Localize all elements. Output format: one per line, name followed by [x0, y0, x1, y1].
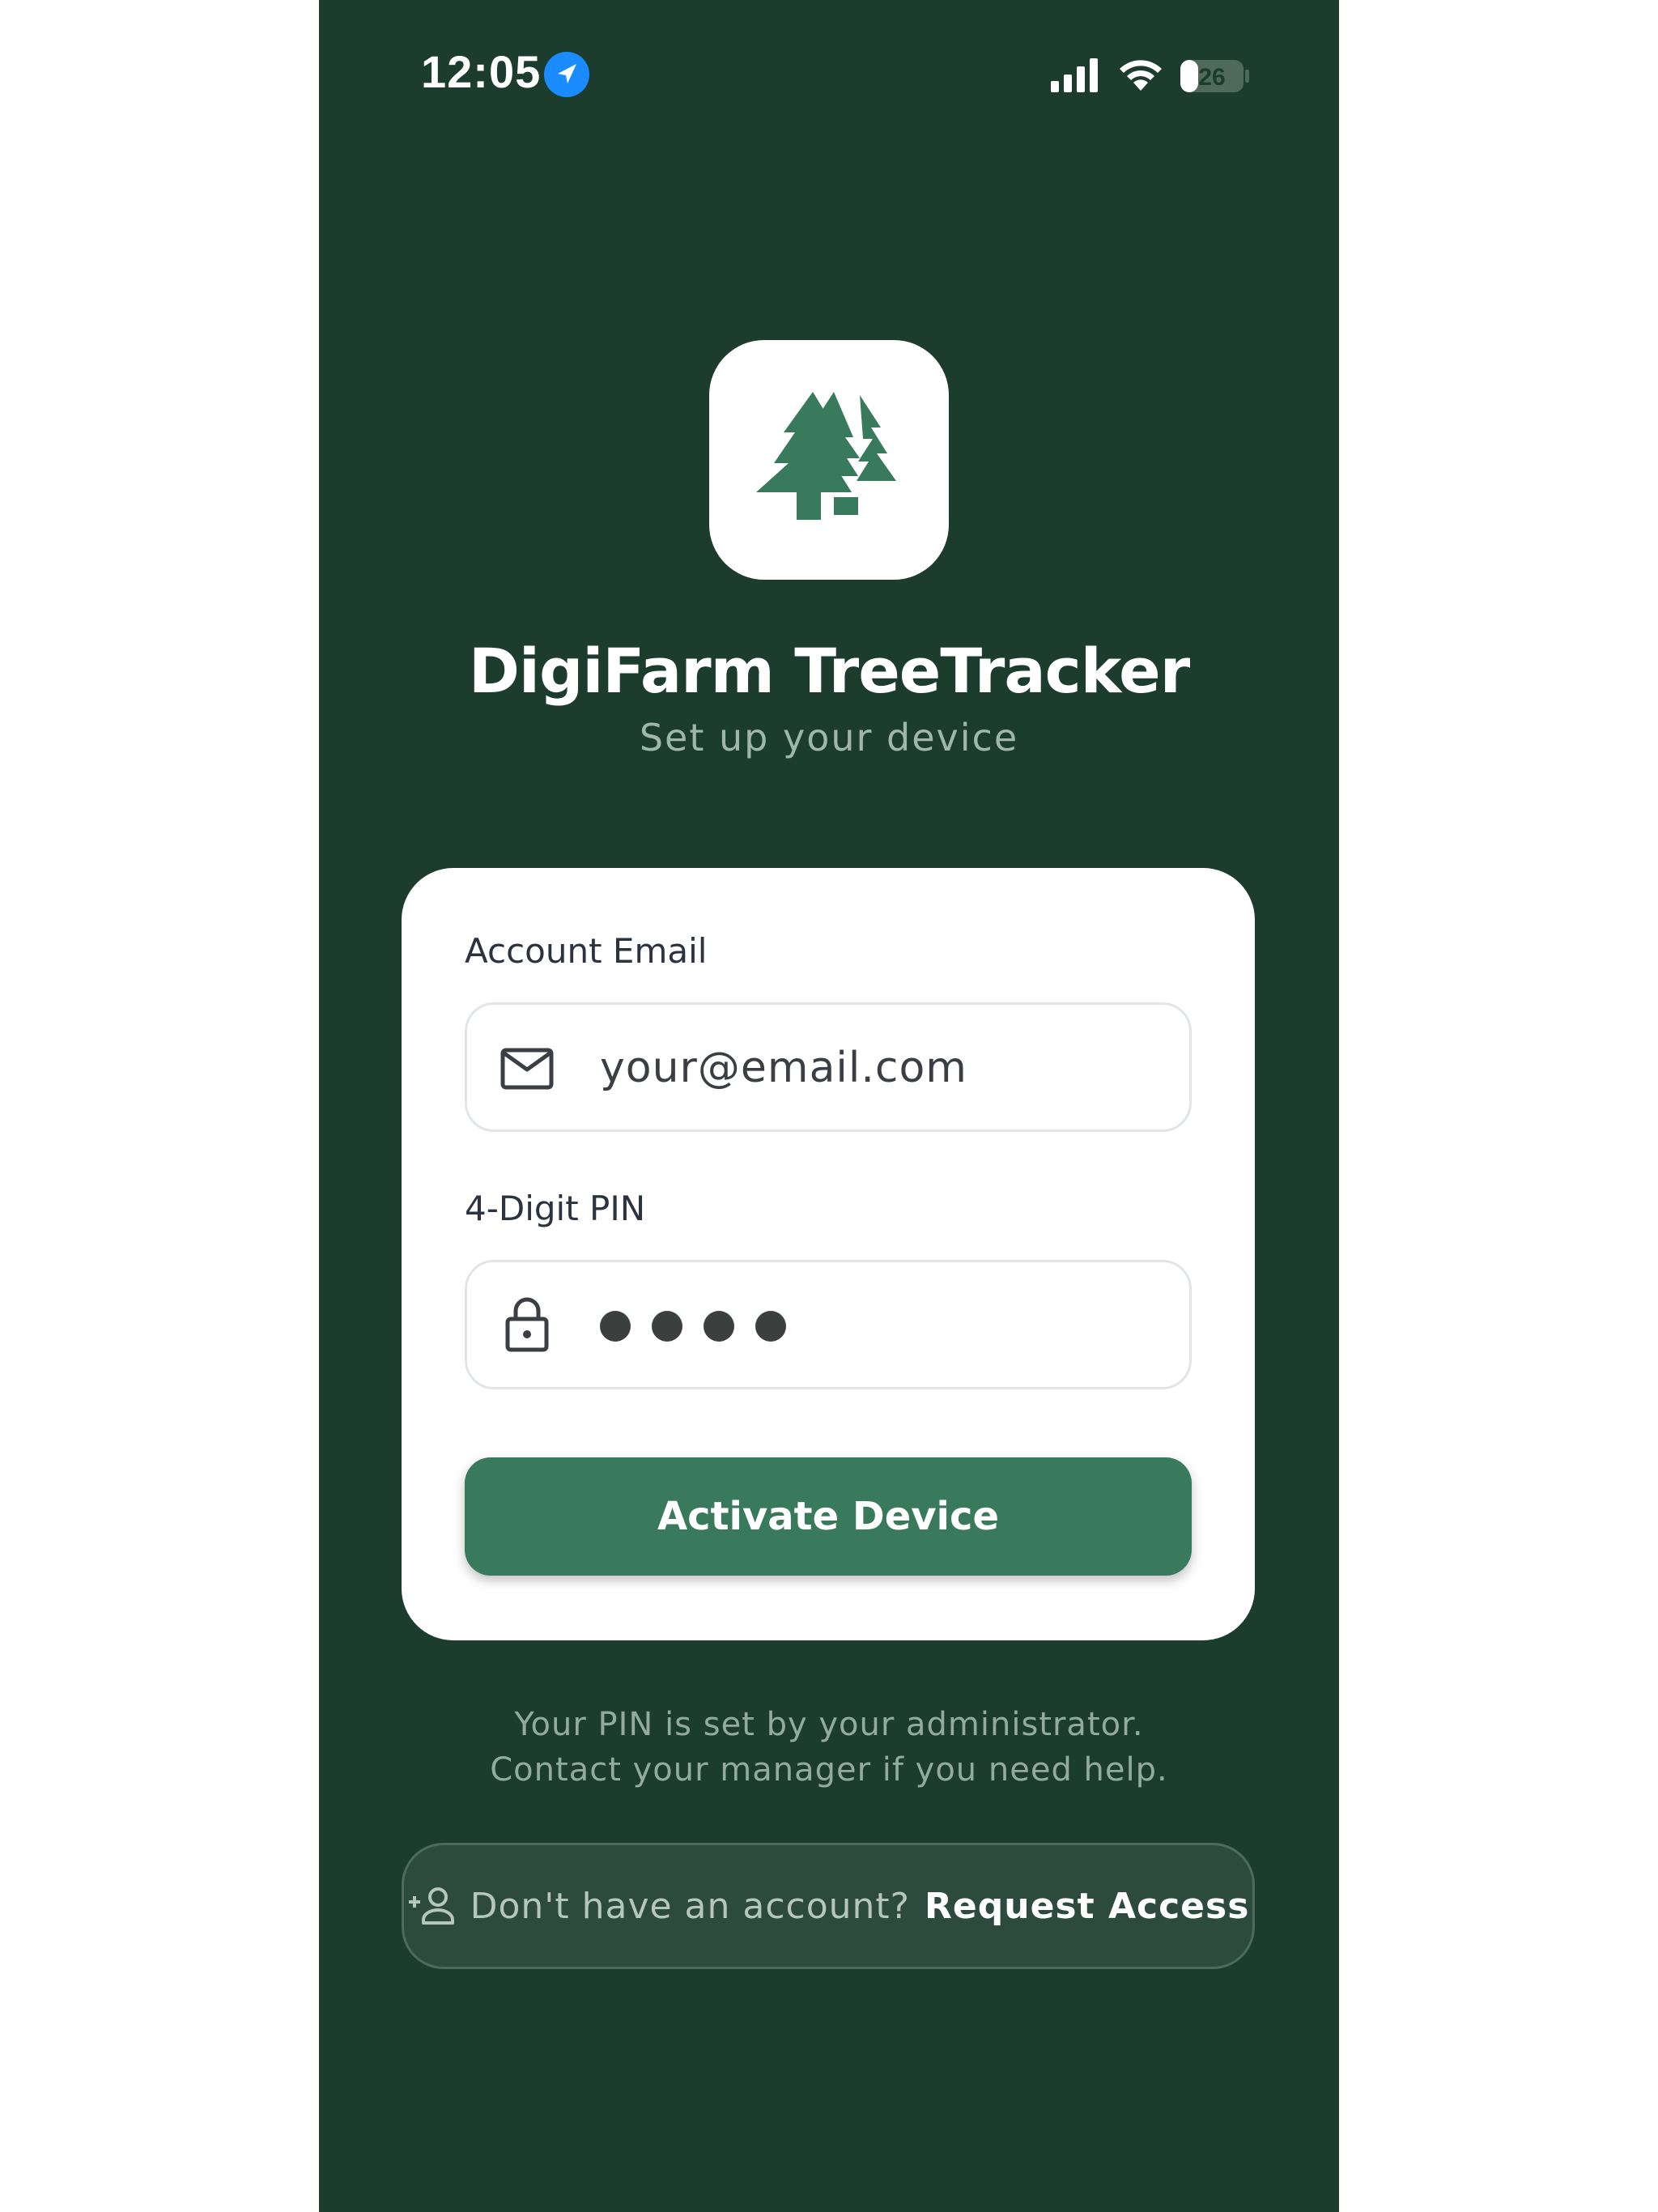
help-line-2: Contact your manager if you need help. — [490, 1751, 1168, 1789]
pine-trees-icon — [756, 392, 896, 520]
battery-icon: 26 — [1179, 57, 1250, 96]
help-text: Your PIN is set by your administrator. C… — [319, 1702, 1339, 1793]
pin-label: 4-Digit PIN — [465, 1189, 646, 1228]
email-label: Account Email — [465, 931, 708, 971]
app-subtitle: Set up your device — [639, 716, 1019, 759]
status-bar: 12:05 26 — [319, 0, 1339, 154]
lock-icon — [504, 1295, 550, 1353]
mail-icon — [500, 1045, 555, 1092]
pin-field[interactable] — [465, 1260, 1192, 1389]
request-prompt: Don't have an account? — [470, 1885, 911, 1927]
location-arrow-icon — [544, 52, 589, 97]
pin-dot — [755, 1311, 786, 1342]
activate-device-button[interactable]: Activate Device — [465, 1457, 1192, 1576]
activation-card: Account Email your@email.com 4-Digit PIN — [402, 868, 1255, 1640]
pin-dot — [600, 1311, 631, 1342]
email-value: your@email.com — [600, 1044, 967, 1092]
battery-level: 26 — [1198, 64, 1225, 91]
email-field[interactable]: your@email.com — [465, 1002, 1192, 1132]
person-add-icon — [407, 1886, 456, 1926]
pin-dot — [652, 1311, 682, 1342]
pin-dots — [600, 1311, 786, 1342]
app-title: DigiFarm TreeTracker — [468, 635, 1190, 707]
wifi-icon — [1117, 53, 1164, 94]
request-access-button[interactable]: Don't have an account? Request Access — [402, 1843, 1255, 1969]
help-line-1: Your PIN is set by your administrator. — [514, 1706, 1144, 1743]
request-access-link[interactable]: Request Access — [925, 1886, 1249, 1927]
pin-dot — [704, 1311, 734, 1342]
device-screen: 12:05 26 DigiFarm TreeTracker Set up you… — [319, 0, 1339, 2212]
status-time: 12:05 — [421, 46, 542, 97]
cellular-signal-icon — [1049, 57, 1103, 94]
app-logo — [709, 340, 949, 580]
